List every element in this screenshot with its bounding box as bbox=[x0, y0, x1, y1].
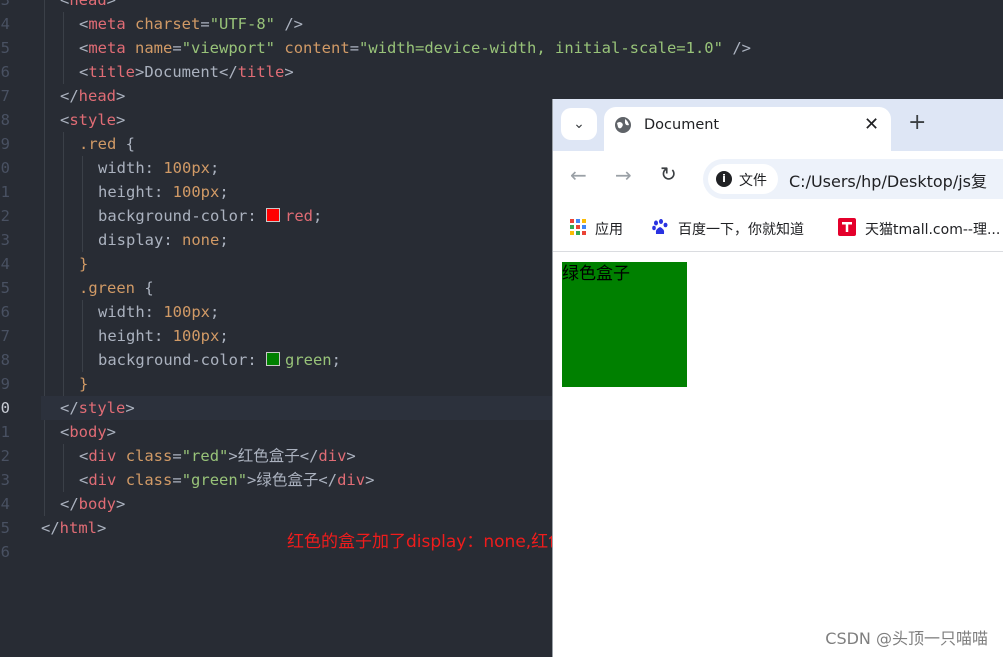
baidu-paw-icon bbox=[652, 219, 668, 234]
line-number: 9 bbox=[0, 135, 10, 153]
line-number: 6 bbox=[0, 63, 10, 81]
code-text: .red { bbox=[79, 135, 135, 153]
line-number: 5 bbox=[0, 279, 10, 297]
code-text: <style> bbox=[60, 111, 126, 129]
code-text: .green { bbox=[79, 279, 154, 297]
bookmark-apps[interactable]: 应用 bbox=[595, 219, 623, 239]
green-box: 绿色盒子 bbox=[562, 262, 687, 387]
line-number: 7 bbox=[0, 327, 10, 345]
apps-grid-icon bbox=[570, 219, 586, 235]
color-swatch-icon[interactable] bbox=[265, 352, 280, 366]
code-text: } bbox=[79, 375, 89, 393]
code-text: width: 100px; bbox=[98, 303, 220, 321]
reload-icon[interactable]: ↻ bbox=[660, 162, 677, 186]
code-text: <head> bbox=[60, 0, 117, 9]
code-line[interactable]: 4 <meta charset="UTF-8" /> bbox=[0, 12, 1003, 36]
line-number: 7 bbox=[0, 87, 10, 105]
tab-title: Document bbox=[644, 117, 720, 133]
line-number: 0 bbox=[0, 399, 10, 417]
line-number: 3 bbox=[0, 231, 10, 249]
code-text: height: 100px; bbox=[98, 327, 229, 345]
line-number: 6 bbox=[0, 543, 10, 561]
code-text: <body> bbox=[60, 423, 117, 441]
code-line[interactable]: 5 <meta name="viewport" content="width=de… bbox=[0, 36, 1003, 60]
line-number: 1 bbox=[0, 423, 10, 441]
forward-arrow-icon[interactable]: → bbox=[615, 163, 632, 187]
line-number: 5 bbox=[0, 39, 10, 57]
line-number: 4 bbox=[0, 495, 10, 513]
line-number: 5 bbox=[0, 519, 10, 537]
color-swatch-icon[interactable] bbox=[265, 208, 280, 222]
site-info-label: 文件 bbox=[739, 173, 767, 189]
line-number: 4 bbox=[0, 15, 10, 33]
line-number: 2 bbox=[0, 447, 10, 465]
code-text: </body> bbox=[60, 495, 126, 513]
line-number: 0 bbox=[0, 159, 10, 177]
watermark-text: CSDN @头顶一只喵喵 bbox=[825, 629, 988, 648]
line-number: 3 bbox=[0, 471, 10, 489]
code-text: background-color: green; bbox=[98, 351, 341, 369]
code-text: display: none; bbox=[98, 231, 229, 249]
code-text: </style> bbox=[60, 399, 135, 417]
line-number: 8 bbox=[0, 351, 10, 369]
code-text: } bbox=[79, 255, 89, 273]
url-text[interactable]: C:/Users/hp/Desktop/js复 bbox=[789, 168, 987, 192]
browser-tab[interactable]: Document ✕ bbox=[604, 107, 891, 151]
line-number: 9 bbox=[0, 375, 10, 393]
tab-strip: ⌄ Document ✕ + bbox=[553, 99, 1003, 151]
code-text: width: 100px; bbox=[98, 159, 220, 177]
code-text: <title>Document</title> bbox=[79, 63, 294, 81]
bookmark-tmall[interactable]: 天猫tmall.com--理... bbox=[865, 219, 1000, 239]
site-info-chip[interactable]: i 文件 bbox=[708, 164, 778, 194]
line-number: 3 bbox=[0, 0, 10, 9]
code-text: height: 100px; bbox=[98, 183, 229, 201]
code-line[interactable]: 3 <head> bbox=[0, 0, 1003, 12]
code-text: <div class="red">红色盒子</div> bbox=[79, 447, 356, 465]
new-tab-button[interactable]: + bbox=[908, 110, 926, 135]
browser-toolbar: ← → ↻ i 文件 C:/Users/hp/Desktop/js复 bbox=[553, 151, 1003, 207]
line-number: 1 bbox=[0, 183, 10, 201]
bookmark-baidu[interactable]: 百度一下，你就知道 bbox=[678, 219, 804, 239]
address-bar[interactable]: i 文件 C:/Users/hp/Desktop/js复 bbox=[703, 159, 1003, 199]
line-number: 6 bbox=[0, 303, 10, 321]
info-icon: i bbox=[716, 171, 732, 187]
code-text: <meta name="viewport" content="width=dev… bbox=[79, 39, 751, 57]
line-number: 2 bbox=[0, 207, 10, 225]
tab-search-button[interactable]: ⌄ bbox=[561, 108, 597, 140]
chevron-down-icon: ⌄ bbox=[573, 116, 585, 132]
code-text: </head> bbox=[60, 87, 126, 105]
back-arrow-icon[interactable]: ← bbox=[570, 163, 587, 187]
browser-window: ⌄ Document ✕ + ← → ↻ i 文件 C:/Users/hp/De… bbox=[552, 99, 1003, 657]
line-number: 4 bbox=[0, 255, 10, 273]
line-number: 8 bbox=[0, 111, 10, 129]
bookmarks-bar: 应用 百度一下，你就知道 天猫tmall.com--理... bbox=[553, 207, 1003, 252]
tmall-icon bbox=[838, 218, 856, 236]
code-text: </html> bbox=[41, 519, 107, 537]
code-text: background-color: red; bbox=[98, 207, 323, 225]
code-line[interactable]: 6 <title>Document</title> bbox=[0, 60, 1003, 84]
globe-icon bbox=[615, 117, 631, 133]
page-viewport: 绿色盒子 CSDN @头顶一只喵喵 bbox=[553, 252, 1003, 657]
close-icon[interactable]: ✕ bbox=[864, 114, 879, 135]
code-text: <div class="green">绿色盒子</div> bbox=[79, 471, 375, 489]
code-text: <meta charset="UTF-8" /> bbox=[79, 15, 304, 33]
